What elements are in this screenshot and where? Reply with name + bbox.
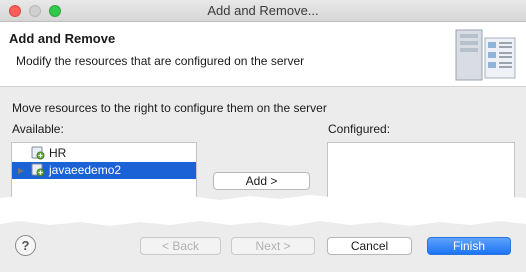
- help-icon[interactable]: ?: [15, 235, 36, 256]
- header-title: Add and Remove: [9, 31, 116, 46]
- torn-edge-overlay: [0, 194, 526, 226]
- list-item[interactable]: HR: [12, 145, 196, 162]
- header-description: Modify the resources that are configured…: [16, 54, 305, 68]
- window-title: Add and Remove...: [207, 3, 319, 18]
- web-module-icon: [31, 163, 45, 177]
- next-button[interactable]: Next >: [231, 237, 315, 255]
- available-label: Available:: [12, 122, 64, 136]
- title-bar: Add and Remove...: [0, 0, 526, 22]
- dialog-footer: ? < Back Next > Cancel Finish: [0, 228, 526, 272]
- list-item-selected[interactable]: ▶ javaeedemo2: [12, 162, 196, 179]
- expand-arrow-icon[interactable]: ▶: [18, 166, 26, 175]
- cancel-button[interactable]: Cancel: [327, 237, 412, 255]
- server-icon: [455, 29, 516, 81]
- list-item-label: HR: [49, 146, 67, 160]
- dialog-header: Add and Remove Modify the resources that…: [0, 22, 526, 87]
- list-item-label: javaeedemo2: [49, 163, 122, 177]
- web-module-icon: [31, 146, 45, 160]
- instructions-text: Move resources to the right to configure…: [12, 101, 327, 115]
- finish-button[interactable]: Finish: [427, 237, 511, 255]
- back-button[interactable]: < Back: [140, 237, 221, 255]
- configured-label: Configured:: [328, 122, 391, 136]
